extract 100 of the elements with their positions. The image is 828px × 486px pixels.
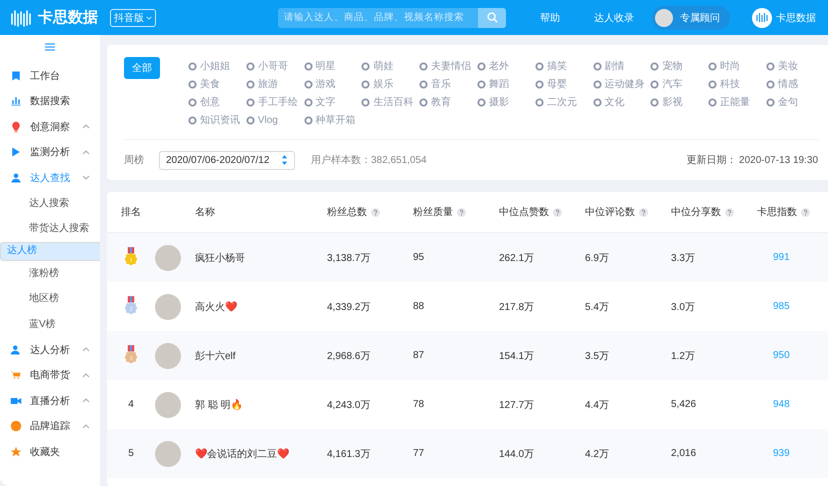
circle-icon: [534, 98, 544, 106]
sidebar-item[interactable]: 电商带货: [0, 362, 100, 388]
all-tab[interactable]: 全部: [124, 57, 160, 79]
header-link[interactable]: 达人收录: [594, 10, 634, 24]
table-cell-text: 127.7万: [499, 398, 536, 412]
category-tag[interactable]: 影视: [650, 93, 708, 111]
sidebar-item[interactable]: 达人分析: [0, 337, 100, 362]
score-link[interactable]: 948: [757, 399, 828, 410]
avatar-placeholder: [155, 294, 181, 320]
category-tag[interactable]: 创意: [188, 93, 246, 111]
sidebar-subitem[interactable]: 蓝V榜: [0, 312, 100, 337]
category-tag[interactable]: 文化: [592, 93, 650, 111]
table-cell-text: 87: [413, 350, 426, 361]
category-tag[interactable]: 生活百科: [361, 93, 420, 111]
sidebar-subitem[interactable]: 带货达人搜索: [0, 216, 100, 242]
sidebar-item[interactable]: 工作台: [0, 63, 100, 88]
sidebar-item[interactable]: 直播分析: [0, 388, 100, 414]
table-cell-text: 4.4万: [585, 398, 610, 412]
creator-name[interactable]: 彭十六elf: [195, 348, 327, 362]
score-link[interactable]: 991: [757, 252, 828, 263]
sidebar-item[interactable]: 监测分析: [0, 140, 100, 165]
category-tag[interactable]: 明星: [304, 57, 362, 75]
menu-icon[interactable]: [45, 43, 55, 51]
help-icon[interactable]: [371, 208, 380, 216]
creator-name[interactable]: ❤会说话的刘二豆❤: [195, 446, 327, 460]
category-tag[interactable]: 种草开箱: [304, 111, 362, 129]
circle-icon: [708, 98, 718, 106]
sample-size: 用户样本数：382,651,054: [311, 154, 427, 167]
score-link[interactable]: 985: [757, 301, 828, 312]
category-tag[interactable]: 娱乐: [361, 75, 420, 93]
caret-icon: [146, 16, 152, 20]
sidebar-subitem[interactable]: 达人榜: [0, 242, 100, 260]
category-tag[interactable]: 科技: [708, 75, 766, 93]
advisor-button[interactable]: 专属顾问: [652, 6, 730, 30]
sidebar-item[interactable]: 收藏夹: [0, 439, 100, 464]
category-tag[interactable]: 小姐姐: [188, 57, 246, 75]
table-cell-text: 78: [413, 399, 426, 410]
search-button[interactable]: [478, 8, 506, 28]
creator-name[interactable]: 疯狂小杨哥: [195, 250, 327, 264]
score-link[interactable]: 950: [757, 350, 828, 361]
circle-icon: [476, 98, 486, 106]
creator-name[interactable]: 郭 聪 明🔥: [195, 398, 327, 412]
category-tag[interactable]: 音乐: [419, 75, 477, 93]
sidebar-subitem[interactable]: 达人搜索: [0, 190, 100, 216]
circle-icon: [188, 98, 197, 106]
help-icon[interactable]: [553, 208, 562, 216]
help-icon[interactable]: [457, 208, 466, 216]
category-tag[interactable]: Vlog: [246, 111, 304, 129]
sidebar-subitem[interactable]: 涨粉榜: [0, 260, 100, 286]
category-tag[interactable]: 文字: [304, 93, 362, 111]
category-tag[interactable]: 汽车: [650, 75, 708, 93]
help-icon[interactable]: [725, 208, 734, 216]
category-tag[interactable]: 运动健身: [592, 75, 650, 93]
sidebar-item[interactable]: 创意洞察: [0, 114, 100, 140]
sidebar-subitem[interactable]: 地区榜: [0, 286, 100, 312]
category-tag[interactable]: 美妆: [766, 57, 824, 75]
account-logo-icon[interactable]: [752, 8, 772, 28]
help-icon[interactable]: [801, 208, 810, 216]
category-tag[interactable]: 小哥哥: [246, 57, 304, 75]
category-tag[interactable]: 夫妻情侣: [419, 57, 477, 75]
header-link[interactable]: 帮助: [540, 10, 560, 24]
category-tag[interactable]: 舞蹈: [476, 75, 535, 93]
category-tag[interactable]: 摄影: [476, 93, 535, 111]
category-tag[interactable]: 剧情: [592, 57, 650, 75]
period-select[interactable]: 2020/07/06-2020/07/12: [159, 150, 295, 170]
search-field[interactable]: 请输入达人、商品、品牌、视频名称搜索: [278, 8, 506, 28]
category-tag[interactable]: 旅游: [246, 75, 304, 93]
score-link[interactable]: 939: [757, 448, 828, 459]
category-tag[interactable]: 教育: [419, 93, 477, 111]
table-cell-text: 1.2万: [671, 350, 696, 362]
creator-name[interactable]: 高火火❤: [195, 300, 327, 314]
column-header: 中位分享数: [671, 205, 757, 219]
category-tag[interactable]: 金句: [766, 93, 824, 111]
category-tag[interactable]: 萌娃: [361, 57, 420, 75]
category-tag[interactable]: 搞笑: [534, 57, 593, 75]
circle-icon: [419, 98, 428, 106]
category-tag[interactable]: 时尚: [708, 57, 766, 75]
circle-icon: [361, 80, 370, 88]
edition-dropdown[interactable]: 抖音版: [110, 8, 156, 26]
category-tag[interactable]: 老外: [476, 57, 535, 75]
category-tag[interactable]: 美食: [188, 75, 246, 93]
sidebar-item[interactable]: 达人查找: [0, 165, 100, 190]
category-tag[interactable]: 知识资讯: [188, 111, 246, 129]
category-tag[interactable]: 二次元: [534, 93, 593, 111]
table-cell-text: 4,243.0万: [327, 398, 372, 412]
brand-name: 卡思数据: [38, 8, 98, 27]
sidebar-item[interactable]: 品牌追踪: [0, 414, 100, 439]
category-tag[interactable]: 手工手绘: [246, 93, 304, 111]
circle-icon: [188, 80, 197, 88]
sidebar-item[interactable]: 数据搜索: [0, 88, 100, 114]
column-header: 中位评论数: [585, 205, 671, 219]
category-tag[interactable]: 正能量: [708, 93, 766, 111]
category-tag[interactable]: 母婴: [534, 75, 593, 93]
table-cell-text: 4,161.3万: [327, 448, 372, 460]
category-tag[interactable]: 情感: [766, 75, 824, 93]
column-header: 粉丝总数: [327, 205, 413, 219]
circle-icon: [650, 80, 660, 88]
category-tag[interactable]: 宠物: [650, 57, 708, 75]
category-tag[interactable]: 游戏: [304, 75, 362, 93]
help-icon[interactable]: [639, 208, 648, 216]
